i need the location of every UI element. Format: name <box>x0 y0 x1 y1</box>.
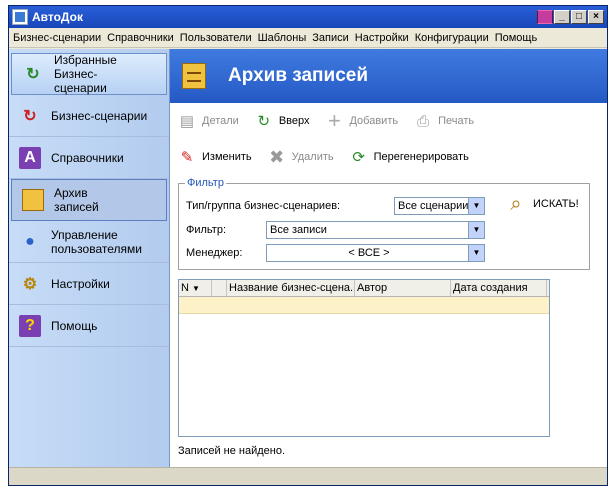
column-header-date[interactable]: Дата создания <box>451 280 547 296</box>
cycle-icon: ↻ <box>23 107 37 125</box>
filter-label: Фильтр: <box>186 224 227 236</box>
menu-help[interactable]: Помощь <box>495 32 538 44</box>
sidebar-item-label: Бизнес-сценарии <box>51 108 148 123</box>
delete-icon: ✖ <box>269 146 285 167</box>
book-icon: A <box>19 146 41 169</box>
sidebar: ↻ Избранные Бизнес-сценарии ↻ Бизнес-сце… <box>9 49 170 467</box>
search-label: ИСКАТЬ! <box>533 198 579 210</box>
regenerate-icon: ⟳ <box>352 149 365 166</box>
print-button[interactable]: ⎙ Печать <box>412 110 474 132</box>
up-label: Вверх <box>278 115 310 127</box>
gears-icon: ⚙ <box>22 275 38 293</box>
window-title: АвтоДок <box>32 10 83 24</box>
regenerate-label: Перегенерировать <box>373 151 469 163</box>
close-button[interactable]: × <box>588 10 604 24</box>
sidebar-item-settings[interactable]: ⚙ Настройки <box>9 263 169 305</box>
page-title: Архив записей <box>228 65 369 86</box>
menu-templates[interactable]: Шаблоны <box>258 32 307 44</box>
search-icon: ⌕ <box>510 192 522 215</box>
chevron-down-icon[interactable]: ▼ <box>468 245 484 261</box>
users-icon: ● <box>25 232 35 250</box>
sidebar-item-user-management[interactable]: ● Управление пользователями <box>9 221 169 263</box>
status-bar <box>9 467 607 485</box>
sidebar-item-label: Избранные Бизнес-сценарии <box>54 53 117 95</box>
title-bar[interactable]: АвтоДок _ □ × <box>9 6 607 28</box>
column-header-name[interactable]: Название бизнес-сцена... <box>227 280 355 296</box>
sidebar-item-help[interactable]: ? Помощь <box>9 305 169 347</box>
sidebar-item-archive[interactable]: Архив записей <box>11 179 167 221</box>
chevron-down-icon[interactable]: ▼ <box>468 198 484 214</box>
menu-bar: Бизнес-сценарии Справочники Пользователи… <box>9 28 607 48</box>
details-label: Детали <box>202 115 239 127</box>
manager-select[interactable]: < ВСЕ > ▼ <box>266 244 485 262</box>
plus-icon: + <box>328 108 341 133</box>
maximize-button[interactable]: □ <box>571 10 587 24</box>
status-message: Записей не найдено. <box>178 445 286 457</box>
menu-users[interactable]: Пользователи <box>180 32 252 44</box>
menu-settings[interactable]: Настройки <box>355 32 409 44</box>
sidebar-item-label: Справочники <box>51 150 124 165</box>
filter-legend: Фильтр <box>185 177 226 189</box>
main-content: Архив записей ▤ Детали ↻ Вверх + Добавит… <box>170 49 607 467</box>
up-button[interactable]: ↻ Вверх <box>253 110 310 132</box>
sidebar-item-label: Настройки <box>51 276 110 291</box>
manager-label: Менеджер: <box>186 247 243 259</box>
delete-button[interactable]: ✖ Удалить <box>266 146 334 168</box>
sidebar-item-label: Помощь <box>51 318 98 333</box>
menu-directories[interactable]: Справочники <box>107 32 174 44</box>
minimize-button[interactable]: _ <box>554 10 570 24</box>
help-window-icon[interactable] <box>537 10 553 24</box>
column-label: N <box>181 282 189 294</box>
menu-records[interactable]: Записи <box>312 32 349 44</box>
favorites-icon: ↻ <box>26 66 40 83</box>
menu-business-scenarios[interactable]: Бизнес-сценарии <box>13 32 101 44</box>
type-label: Тип/группа бизнес-сценариев: <box>186 200 341 212</box>
app-window: АвтоДок _ □ × Бизнес-сценарии Справочник… <box>8 5 608 486</box>
content-header: Архив записей <box>170 49 607 103</box>
search-button[interactable]: ⌕ ИСКАТЬ! <box>503 191 579 217</box>
up-icon: ↻ <box>257 113 271 130</box>
chevron-down-icon[interactable]: ▼ <box>468 222 484 238</box>
sidebar-item-directories[interactable]: A Справочники <box>9 137 169 179</box>
add-label: Добавить <box>349 115 399 127</box>
records-table[interactable]: N ▼ Название бизнес-сцена... Автор Дата … <box>178 279 550 437</box>
table-row[interactable] <box>179 297 549 314</box>
sort-down-icon: ▼ <box>192 284 200 293</box>
cabinet-icon <box>22 189 44 211</box>
edit-label: Изменить <box>202 151 252 163</box>
edit-button[interactable]: ✎ Изменить <box>176 146 252 168</box>
column-header-n[interactable]: N ▼ <box>179 280 212 296</box>
details-button[interactable]: ▤ Детали <box>176 110 239 132</box>
add-button[interactable]: + Добавить <box>323 108 399 133</box>
filter-select[interactable]: Все записи ▼ <box>266 221 485 239</box>
menu-configurations[interactable]: Конфигурации <box>415 32 489 44</box>
sidebar-item-label: Архив записей <box>54 186 99 214</box>
column-header-spacer <box>212 280 227 296</box>
sidebar-item-label: Управление пользователями <box>51 227 142 256</box>
type-select[interactable]: Все сценарии ▼ <box>394 197 485 215</box>
archive-icon <box>182 63 206 89</box>
type-select-value: Все сценарии <box>398 200 469 212</box>
pencil-icon: ✎ <box>180 149 194 166</box>
details-icon: ▤ <box>179 113 195 130</box>
print-label: Печать <box>438 115 475 127</box>
app-icon <box>12 9 28 25</box>
delete-label: Удалить <box>291 151 334 163</box>
printer-icon: ⎙ <box>417 112 430 130</box>
toolbar: ▤ Детали ↻ Вверх + Добавить ⎙ Печать ✎ И… <box>170 103 607 175</box>
help-icon: ? <box>19 314 41 337</box>
filter-select-value: Все записи <box>270 224 327 236</box>
sidebar-item-business-scenarios[interactable]: ↻ Бизнес-сценарии <box>9 95 169 137</box>
regenerate-button[interactable]: ⟳ Перегенерировать <box>348 146 469 168</box>
column-header-author[interactable]: Автор <box>355 280 451 296</box>
sidebar-item-favorites[interactable]: ↻ Избранные Бизнес-сценарии <box>11 53 167 95</box>
table-header: N ▼ Название бизнес-сцена... Автор Дата … <box>179 280 549 297</box>
manager-select-value: < ВСЕ > <box>348 247 390 259</box>
